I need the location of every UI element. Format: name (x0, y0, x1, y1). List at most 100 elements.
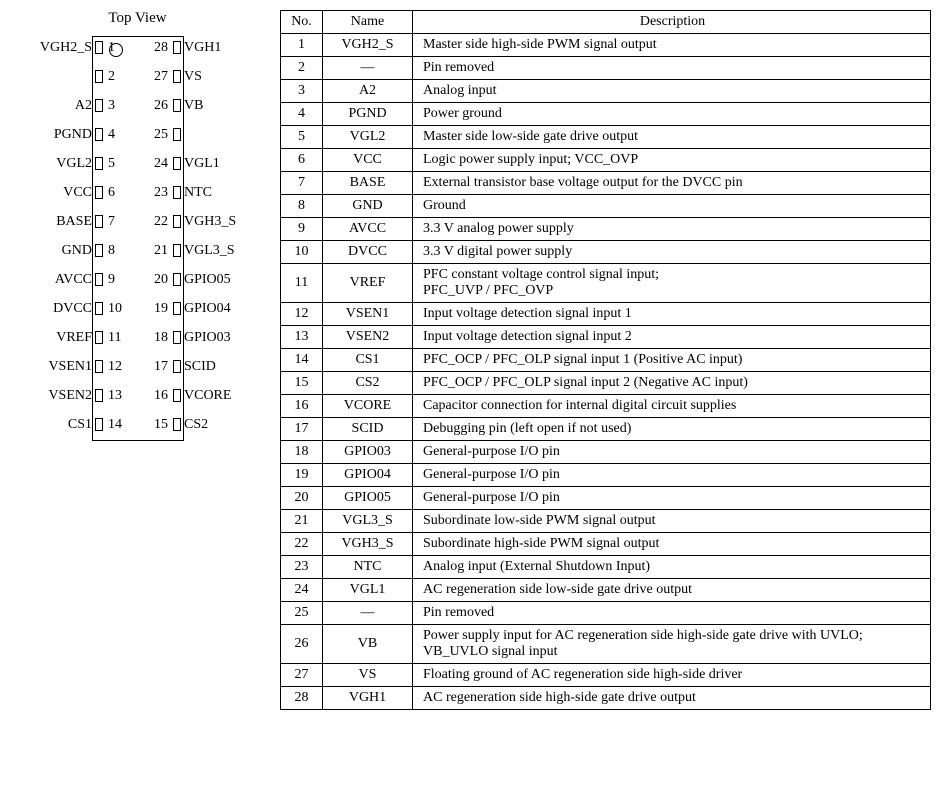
pin-right-19: 19GPIO04 (138, 294, 266, 323)
pin-box-icon (173, 41, 181, 54)
table-row: 20GPIO05General-purpose I/O pin (281, 487, 931, 510)
pin-left-2: 2 (10, 62, 138, 91)
cell-desc: Analog input (External Shutdown Input) (413, 556, 931, 579)
cell-no: 24 (281, 579, 323, 602)
pin-right-22: 22VGH3_S (138, 207, 266, 236)
pin-number: 2 (103, 69, 138, 85)
table-row: 27VSFloating ground of AC regeneration s… (281, 664, 931, 687)
pin-number: 3 (103, 98, 138, 114)
cell-name: NTC (323, 556, 413, 579)
pin-number: 21 (138, 243, 173, 259)
cell-name: GPIO05 (323, 487, 413, 510)
chip-diagram: VGH2_S12A23PGND4VGL25VCC6BASE7GND8AVCC9D… (10, 33, 265, 453)
cell-no: 17 (281, 418, 323, 441)
cell-desc: Subordinate low-side PWM signal output (413, 510, 931, 533)
pin-right-24: 24VGL1 (138, 149, 266, 178)
table-row: 14CS1PFC_OCP / PFC_OLP signal input 1 (P… (281, 349, 931, 372)
pin-left-11: VREF11 (10, 323, 138, 352)
pin-left-9: AVCC9 (10, 265, 138, 294)
pin-box-icon (173, 70, 181, 83)
header-name: Name (323, 11, 413, 34)
cell-no: 28 (281, 687, 323, 710)
pin-box-icon (95, 389, 103, 402)
pin-label: VS (181, 69, 202, 85)
cell-name: VGL3_S (323, 510, 413, 533)
pin-box-icon (95, 360, 103, 373)
cell-desc: AC regeneration side high-side gate driv… (413, 687, 931, 710)
cell-no: 21 (281, 510, 323, 533)
cell-name: CS1 (323, 349, 413, 372)
pin-label: VCC (63, 185, 95, 201)
cell-no: 1 (281, 34, 323, 57)
pin-box-icon (95, 418, 103, 431)
pin-right-15: 15CS2 (138, 410, 266, 439)
header-no: No. (281, 11, 323, 34)
pin-label: VB (181, 98, 203, 114)
pin-label: BASE (56, 214, 95, 230)
pin-box-icon (95, 186, 103, 199)
cell-name: DVCC (323, 241, 413, 264)
cell-name: VSEN1 (323, 303, 413, 326)
cell-no: 12 (281, 303, 323, 326)
pin-label: VGH3_S (181, 214, 236, 230)
cell-desc: 3.3 V digital power supply (413, 241, 931, 264)
cell-no: 7 (281, 172, 323, 195)
table-row: 28VGH1AC regeneration side high-side gat… (281, 687, 931, 710)
pin-number: 6 (103, 185, 138, 201)
table-row: 11VREFPFC constant voltage control signa… (281, 264, 931, 303)
cell-no: 10 (281, 241, 323, 264)
cell-no: 6 (281, 149, 323, 172)
pin-right-16: 16VCORE (138, 381, 266, 410)
pin-number: 1 (103, 40, 138, 56)
pin-label: VSEN2 (48, 388, 95, 404)
cell-name: GND (323, 195, 413, 218)
pin-number: 27 (138, 69, 173, 85)
cell-no: 19 (281, 464, 323, 487)
pin-box-icon (95, 302, 103, 315)
pin-left-3: A23 (10, 91, 138, 120)
cell-name: ― (323, 57, 413, 80)
pin-number: 4 (103, 127, 138, 143)
table-header-row: No. Name Description (281, 11, 931, 34)
cell-desc: Pin removed (413, 602, 931, 625)
pin-number: 26 (138, 98, 173, 114)
pin-number: 12 (103, 359, 138, 375)
pin-number: 19 (138, 301, 173, 317)
pin-right-18: 18GPIO03 (138, 323, 266, 352)
table-row: 18GPIO03General-purpose I/O pin (281, 441, 931, 464)
pin-left-6: VCC 6 (10, 178, 138, 207)
pin-label: NTC (181, 185, 212, 201)
cell-no: 14 (281, 349, 323, 372)
pin-box-icon (173, 302, 181, 315)
pinout-diagram: Top View VGH2_S12A23PGND4VGL25VCC6BASE7G… (10, 10, 265, 710)
pin-number: 18 (138, 330, 173, 346)
pin-box-icon (95, 128, 103, 141)
cell-no: 27 (281, 664, 323, 687)
cell-name: VB (323, 625, 413, 664)
cell-no: 4 (281, 103, 323, 126)
pin-box-icon (173, 215, 181, 228)
pin-left-4: PGND4 (10, 120, 138, 149)
pin-box-icon (173, 157, 181, 170)
pin-label: GND (62, 243, 95, 259)
cell-desc: Input voltage detection signal input 1 (413, 303, 931, 326)
pin-box-icon (173, 360, 181, 373)
cell-desc: Subordinate high-side PWM signal output (413, 533, 931, 556)
pin-label: VSEN1 (48, 359, 95, 375)
table-row: 25―Pin removed (281, 602, 931, 625)
top-view-label: Top View (10, 10, 265, 27)
table-row: 26VBPower supply input for AC regenerati… (281, 625, 931, 664)
table-row: 24VGL1AC regeneration side low-side gate… (281, 579, 931, 602)
pin-label: VGL2 (56, 156, 95, 172)
cell-no: 5 (281, 126, 323, 149)
table-row: 17SCIDDebugging pin (left open if not us… (281, 418, 931, 441)
table-row: 8GNDGround (281, 195, 931, 218)
pin-label: DVCC (53, 301, 95, 317)
table-row: 15CS2PFC_OCP / PFC_OLP signal input 2 (N… (281, 372, 931, 395)
cell-name: VGL1 (323, 579, 413, 602)
cell-name: VGH1 (323, 687, 413, 710)
pin-number: 16 (138, 388, 173, 404)
pin-number: 11 (103, 330, 138, 346)
cell-desc: Debugging pin (left open if not used) (413, 418, 931, 441)
table-row: 16VCORECapacitor connection for internal… (281, 395, 931, 418)
